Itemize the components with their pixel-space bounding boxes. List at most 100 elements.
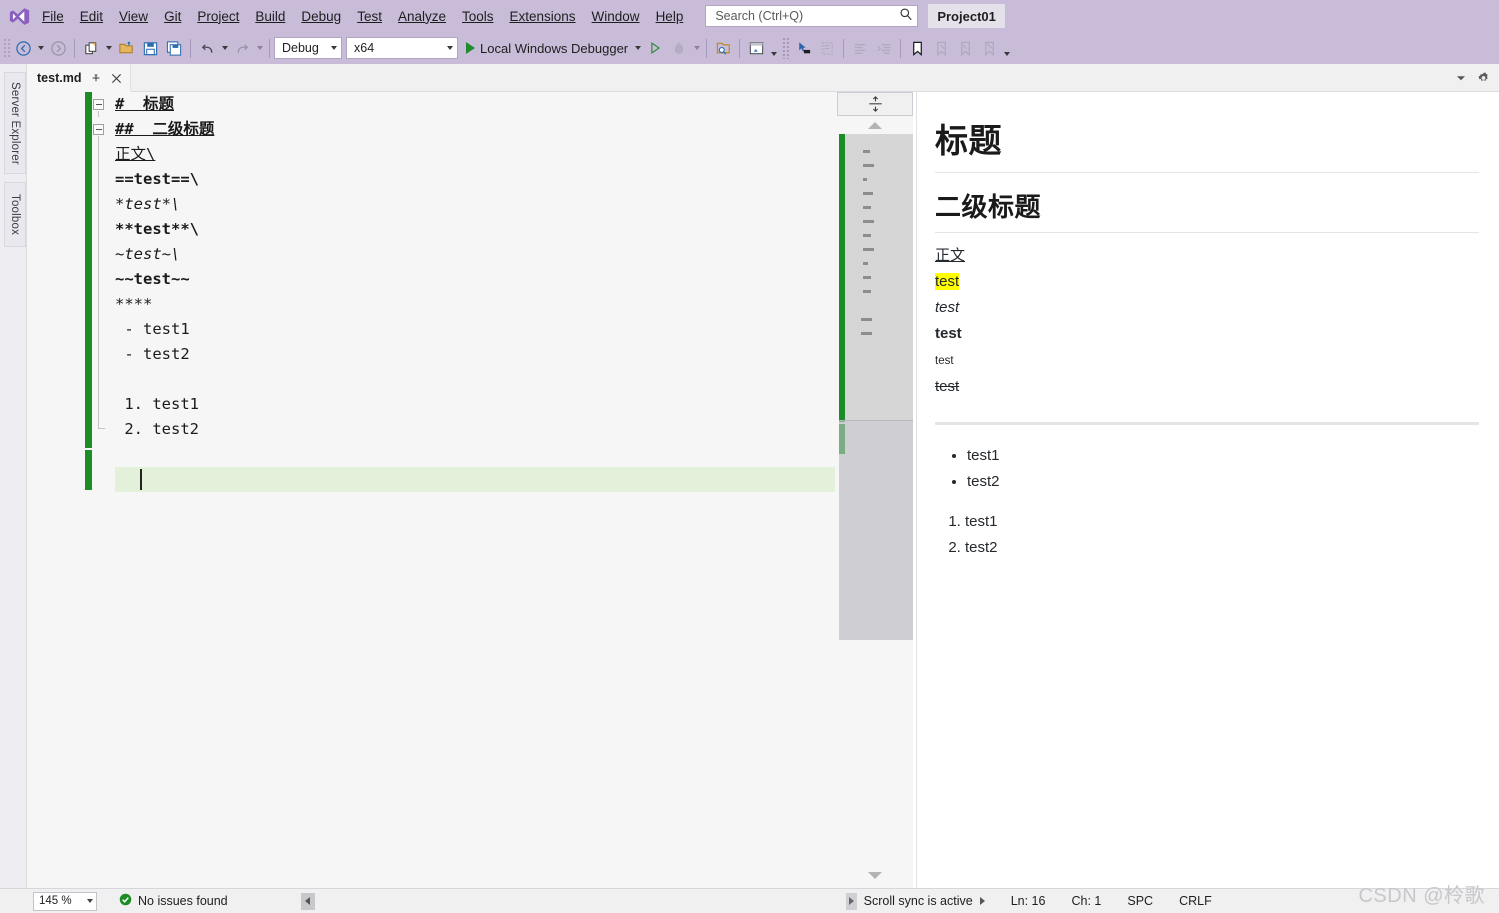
search-box[interactable] xyxy=(705,5,918,27)
scroll-down-button[interactable] xyxy=(837,868,913,882)
open-file-icon[interactable] xyxy=(114,36,138,60)
fold-toggle-h1[interactable] xyxy=(93,99,104,110)
scroll-sync-status[interactable]: Scroll sync is active xyxy=(846,893,985,910)
save-icon[interactable] xyxy=(138,36,162,60)
align-left-icon[interactable] xyxy=(848,36,872,60)
menu-help[interactable]: Help xyxy=(648,6,692,27)
code-line-5: *test*\ xyxy=(115,192,837,217)
menu-extensions[interactable]: Extensions xyxy=(502,6,584,27)
visual-studio-logo-icon xyxy=(4,0,34,32)
platform-combo[interactable]: x64 xyxy=(346,37,458,59)
list-item: test1 xyxy=(965,509,1479,534)
save-all-icon[interactable] xyxy=(162,36,186,60)
issues-label: No issues found xyxy=(138,894,228,908)
chevron-down-icon[interactable] xyxy=(1454,71,1467,84)
code-line-1: # 标题 xyxy=(115,92,837,117)
toolbar-separator-5 xyxy=(739,39,740,58)
menu-file[interactable]: File xyxy=(34,6,72,27)
search-input[interactable] xyxy=(713,8,897,24)
code-line-6: **test**\ xyxy=(115,217,837,242)
toolbar-separator xyxy=(74,39,75,58)
zoom-level-combo[interactable]: 145 % xyxy=(33,892,97,911)
toolbar-grip-2[interactable] xyxy=(782,37,791,59)
new-project-dropdown-icon[interactable] xyxy=(103,36,114,60)
menu-debug[interactable]: Debug xyxy=(293,6,349,27)
pointer-select-icon[interactable] xyxy=(791,36,815,60)
navigate-back-icon[interactable] xyxy=(11,36,35,60)
horizontal-scroll-left-button[interactable] xyxy=(301,893,315,910)
editor-scroll-column xyxy=(837,92,913,888)
chevron-down-icon xyxy=(447,46,453,50)
close-icon[interactable] xyxy=(110,72,123,85)
redo-dropdown-icon[interactable] xyxy=(254,36,265,60)
align-right-icon[interactable] xyxy=(872,36,896,60)
sidebar-item-toolbox[interactable]: Toolbox xyxy=(4,182,26,247)
editor-minimap[interactable] xyxy=(839,134,913,640)
navigate-back-dropdown-icon[interactable] xyxy=(35,36,46,60)
tab-order-icon[interactable] xyxy=(815,36,839,60)
text-caret xyxy=(140,469,142,490)
menu-tools[interactable]: Tools xyxy=(454,6,502,27)
menu-project[interactable]: Project xyxy=(189,6,247,27)
properties-overflow-icon[interactable] xyxy=(768,36,780,60)
toolbar-separator-2 xyxy=(190,39,191,58)
hot-reload-icon[interactable] xyxy=(667,36,691,60)
platform-value: x64 xyxy=(354,41,374,55)
properties-window-icon[interactable] xyxy=(744,36,768,60)
scroll-sync-right-icon[interactable] xyxy=(980,897,985,905)
menu-view[interactable]: View xyxy=(111,6,156,27)
configuration-combo[interactable]: Debug xyxy=(274,37,342,59)
toolbar-overflow-icon[interactable] xyxy=(1001,36,1013,60)
fold-toggle-h2[interactable] xyxy=(93,124,104,135)
start-debugging-button[interactable]: Local Windows Debugger xyxy=(462,36,632,60)
menu-help-label: Help xyxy=(656,9,684,24)
toolbox-label: Toolbox xyxy=(9,194,21,235)
menu-edit-label: Edit xyxy=(80,9,103,24)
menu-test[interactable]: Test xyxy=(349,6,390,27)
redo-icon[interactable] xyxy=(230,36,254,60)
preview-small-text: test xyxy=(935,355,954,367)
scroll-sync-left-icon[interactable] xyxy=(846,893,857,910)
menu-analyze[interactable]: Analyze xyxy=(390,6,454,27)
preview-unordered-list: test1 test2 xyxy=(935,443,1479,494)
bookmark-icon[interactable] xyxy=(905,36,929,60)
menu-build[interactable]: Build xyxy=(247,6,293,27)
list-item: test2 xyxy=(967,469,1479,494)
menu-git-label: Git xyxy=(164,9,181,24)
new-project-icon[interactable] xyxy=(79,36,103,60)
solution-explorer-search-icon[interactable] xyxy=(711,36,735,60)
project-button[interactable]: Project01 xyxy=(928,4,1005,28)
menu-edit[interactable]: Edit xyxy=(72,6,111,27)
gear-icon[interactable] xyxy=(1477,71,1490,84)
issues-status[interactable]: No issues found xyxy=(119,893,228,909)
undo-dropdown-icon[interactable] xyxy=(219,36,230,60)
clear-bookmarks-icon[interactable] xyxy=(977,36,1001,60)
split-view-handle[interactable] xyxy=(837,92,913,116)
undo-icon[interactable] xyxy=(195,36,219,60)
toolbar-grip[interactable] xyxy=(3,38,11,58)
start-without-debugging-icon[interactable] xyxy=(643,36,667,60)
start-debug-icon xyxy=(466,42,475,54)
run-target-dropdown-icon[interactable] xyxy=(632,36,643,60)
minimap-viewport-thumb[interactable] xyxy=(839,420,913,640)
markdown-preview-pane[interactable]: 标题 二级标题 正文 test test test test test test… xyxy=(916,92,1499,888)
previous-bookmark-icon[interactable] xyxy=(929,36,953,60)
zoom-level-value: 145 % xyxy=(39,895,72,907)
pin-icon[interactable] xyxy=(89,72,102,85)
code-editor[interactable]: # 标题 ## 二级标题 正文\ ==test==\ *test*\ **tes… xyxy=(27,92,837,888)
scroll-up-button[interactable] xyxy=(837,118,913,132)
menu-git[interactable]: Git xyxy=(156,6,189,27)
menu-window[interactable]: Window xyxy=(584,6,648,27)
next-bookmark-icon[interactable] xyxy=(953,36,977,60)
change-bar-unsaved-2 xyxy=(85,450,92,490)
preview-heading-2: 二级标题 xyxy=(935,187,1479,224)
sidebar-item-server-explorer[interactable]: Server Explorer xyxy=(4,72,26,174)
code-line-2: ## 二级标题 xyxy=(115,117,837,142)
chevron-left-icon xyxy=(305,897,310,905)
editor-outlining-margin[interactable] xyxy=(93,92,113,888)
tab-test-md[interactable]: test.md xyxy=(27,64,131,92)
code-line-7: ~test~\ xyxy=(115,242,837,267)
status-indentation: SPC xyxy=(1127,894,1153,908)
hot-reload-dropdown-icon[interactable] xyxy=(691,36,702,60)
navigate-forward-icon[interactable] xyxy=(46,36,70,60)
